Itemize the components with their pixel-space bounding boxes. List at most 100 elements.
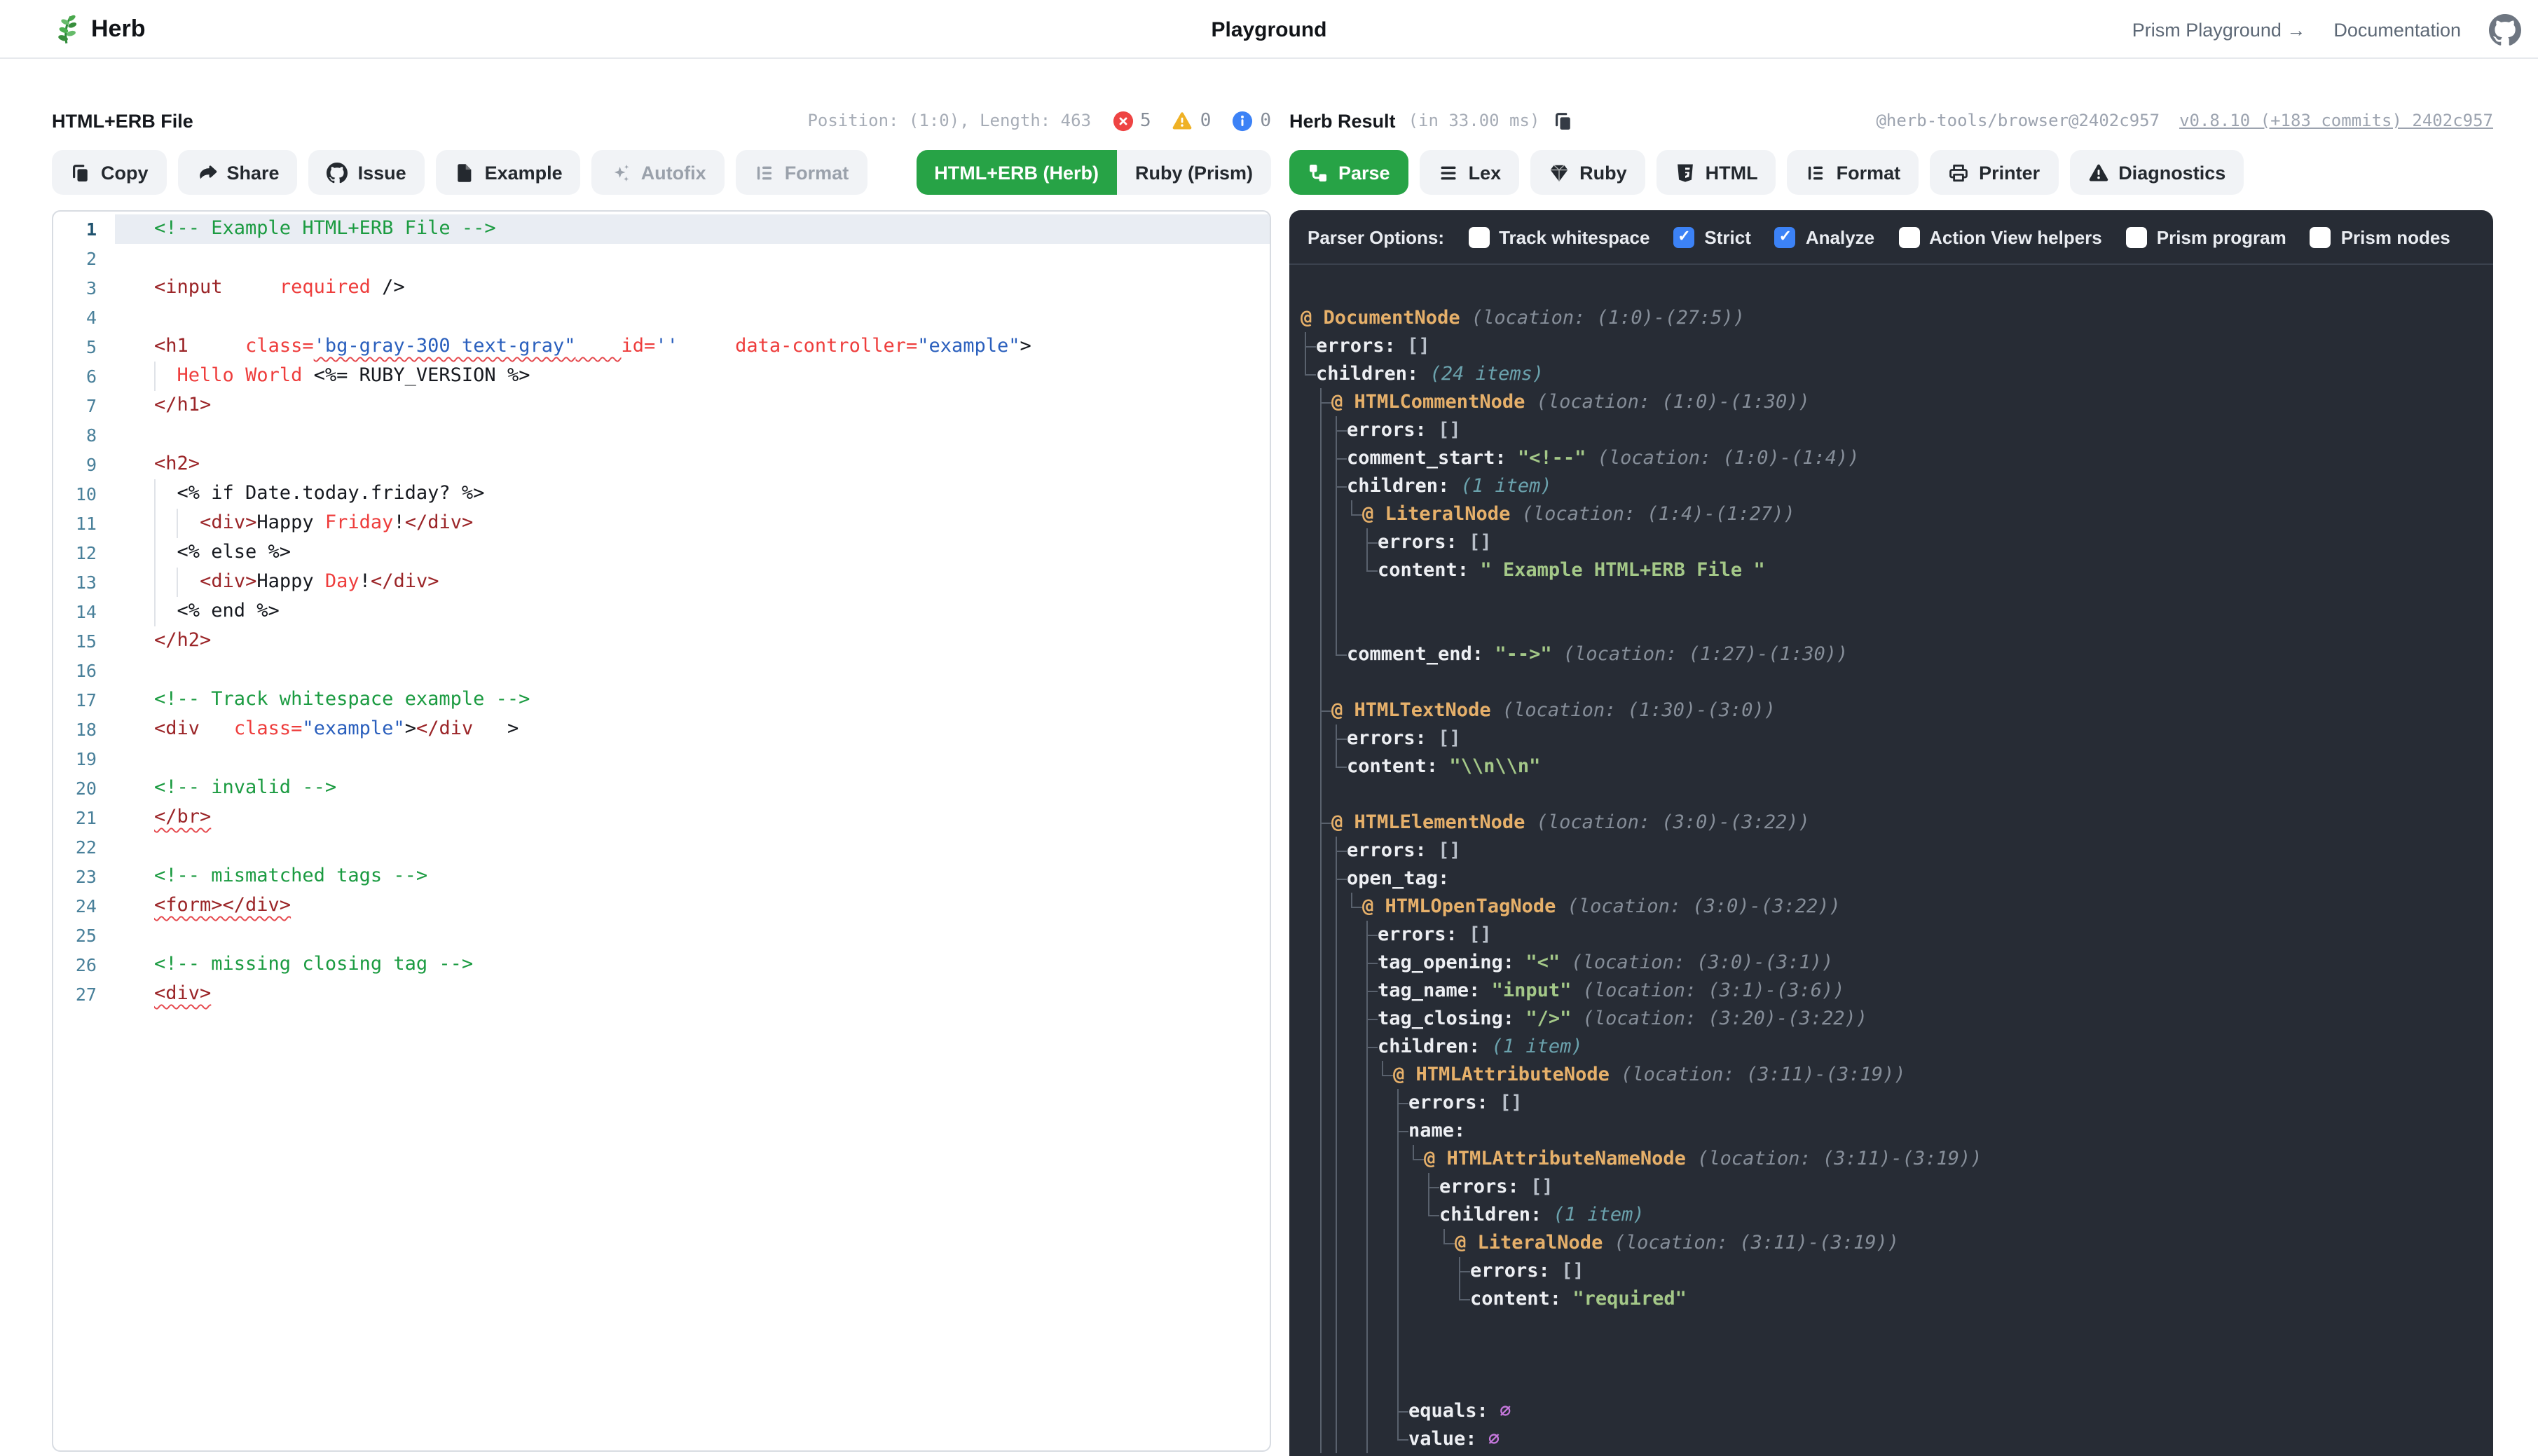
tree-plain: []	[1396, 332, 1430, 360]
tree-row: children: (24 items)	[1301, 360, 2479, 388]
code-line[interactable]: 5<h1 class='bg-gray-300 text-gray" id=''…	[53, 332, 1270, 362]
button-ruby[interactable]: Ruby	[1530, 150, 1645, 195]
line-number: 6	[53, 362, 115, 391]
tree-str: "required"	[1561, 1285, 1687, 1313]
code-line[interactable]: 24<form></div>	[53, 891, 1270, 921]
tree-branch-line	[1393, 1341, 1408, 1369]
tree-branch-line	[1301, 332, 1316, 360]
checkbox-track-whitespace[interactable]: Track whitespace	[1468, 226, 1649, 247]
tree-indent	[1301, 416, 1316, 444]
tree-indent	[1301, 584, 1316, 612]
code-line[interactable]: 1<!-- Example HTML+ERB File -->	[53, 214, 1270, 244]
code-line[interactable]: 27<div>	[53, 980, 1270, 1009]
tree-key: comment_end:	[1347, 640, 1483, 668]
tree-indent	[1301, 696, 1316, 724]
tree-branch-line	[1316, 1229, 1331, 1257]
unchecked-checkbox-icon[interactable]	[1898, 226, 1919, 247]
tab-html-erb-herb[interactable]: HTML+ERB (Herb)	[916, 150, 1117, 195]
checkbox-analyze[interactable]: ✓Analyze	[1775, 226, 1874, 247]
tree-nil: ∅	[1477, 1425, 1500, 1453]
line-content	[115, 303, 1270, 332]
code-line[interactable]: 22	[53, 832, 1270, 862]
tree-branch-line	[1331, 1397, 1347, 1425]
button-share[interactable]: Share	[178, 150, 298, 195]
unchecked-checkbox-icon[interactable]	[1468, 226, 1489, 247]
code-line[interactable]: 16	[53, 656, 1270, 685]
code-line[interactable]: 13 <div>Happy Day!</div>	[53, 568, 1270, 597]
code-line[interactable]: 10 <% if Date.today.friday? %>	[53, 479, 1270, 509]
button-autofix[interactable]: Autofix	[592, 150, 725, 195]
documentation-link[interactable]: Documentation	[2333, 19, 2461, 40]
tree-key: open_tag:	[1347, 865, 1449, 893]
code-line[interactable]: 3<input required />	[53, 273, 1270, 303]
tree-branch-line	[1331, 1145, 1347, 1173]
button-lex[interactable]: Lex	[1420, 150, 1520, 195]
tree-loc: (location: (1:30)-(3:0))	[1491, 696, 1776, 724]
code-line[interactable]: 9<h2>	[53, 450, 1270, 479]
format-icon	[754, 162, 775, 183]
checked-checkbox-icon[interactable]: ✓	[1775, 226, 1796, 247]
copy-result-icon[interactable]	[1552, 110, 1573, 131]
button-format[interactable]: Format	[1788, 150, 1919, 195]
code-line[interactable]: 20<!-- invalid -->	[53, 774, 1270, 803]
checkbox-prism-nodes[interactable]: Prism nodes	[2310, 226, 2450, 247]
warning-badge: 0	[1172, 110, 1212, 131]
button-issue[interactable]: Issue	[309, 150, 425, 195]
checkbox-prism-program[interactable]: Prism program	[2126, 226, 2286, 247]
unchecked-checkbox-icon[interactable]	[2126, 226, 2147, 247]
prism-playground-link[interactable]: Prism Playground →	[2132, 19, 2306, 40]
tree-branch-line	[1316, 1005, 1331, 1033]
button-printer[interactable]: Printer	[1930, 150, 2058, 195]
tree-indent	[1301, 781, 1316, 809]
tree-indent	[1301, 472, 1316, 500]
button-html[interactable]: HTML	[1656, 150, 1776, 195]
gem-icon	[1549, 162, 1570, 183]
button-parse[interactable]: Parse	[1289, 150, 1408, 195]
code-line[interactable]: 11 <div>Happy Friday!</div>	[53, 509, 1270, 538]
tree-indent	[1378, 1313, 1393, 1341]
code-line[interactable]: 26<!-- missing closing tag -->	[53, 950, 1270, 980]
code-line[interactable]: 21</br>	[53, 803, 1270, 832]
line-content	[115, 656, 1270, 685]
tree-indent	[1301, 1117, 1316, 1145]
tree-branch-line	[1331, 921, 1347, 949]
tree-branch-line	[1393, 1229, 1408, 1257]
code-line[interactable]: 14 <% end %>	[53, 597, 1270, 626]
code-line[interactable]: 25	[53, 921, 1270, 950]
code-line[interactable]: 6 Hello World <%= RUBY_VERSION %>	[53, 362, 1270, 391]
checked-checkbox-icon[interactable]: ✓	[1673, 226, 1694, 247]
code-line[interactable]: 12 <% else %>	[53, 538, 1270, 568]
github-icon[interactable]	[2489, 13, 2521, 46]
line-number: 11	[53, 509, 115, 538]
code-line[interactable]: 8	[53, 420, 1270, 450]
line-number: 19	[53, 744, 115, 774]
code-line[interactable]: 23<!-- mismatched tags -->	[53, 862, 1270, 891]
tree-indent	[1408, 1257, 1424, 1285]
code-line[interactable]: 2	[53, 244, 1270, 273]
copy-icon	[70, 162, 91, 183]
code-line[interactable]: 4	[53, 303, 1270, 332]
button-diagnostics[interactable]: Diagnostics	[2069, 150, 2244, 195]
code-line[interactable]: 19	[53, 744, 1270, 774]
code-editor[interactable]: 1<!-- Example HTML+ERB File -->23<input …	[52, 210, 1271, 1452]
tree-branch-line	[1393, 1425, 1408, 1453]
info-count: 0	[1260, 110, 1271, 131]
version-link[interactable]: v0.8.10 (+183 commits) 2402c957	[2179, 111, 2493, 130]
code-line[interactable]: 7</h1>	[53, 391, 1270, 420]
button-format[interactable]: Format	[736, 150, 867, 195]
checkbox-strict[interactable]: ✓Strict	[1673, 226, 1750, 247]
button-copy[interactable]: Copy	[52, 150, 167, 195]
tree-indent	[1347, 1117, 1362, 1145]
code-line[interactable]: 18<div class="example"></div >	[53, 715, 1270, 744]
tab-ruby-prism[interactable]: Ruby (Prism)	[1117, 150, 1271, 195]
code-line[interactable]: 15</h2>	[53, 626, 1270, 656]
tree-indent	[1347, 1285, 1362, 1313]
tree-indent	[1378, 1397, 1393, 1425]
unchecked-checkbox-icon[interactable]	[2310, 226, 2331, 247]
tree-row: tag_name: "input" (location: (3:1)-(3:6)…	[1301, 977, 2479, 1005]
tree-branch-line	[1331, 1005, 1347, 1033]
button-example[interactable]: Example	[436, 150, 581, 195]
checkbox-action-view-helpers[interactable]: Action View helpers	[1898, 226, 2102, 247]
tree-row	[1301, 781, 2479, 809]
code-line[interactable]: 17<!-- Track whitespace example -->	[53, 685, 1270, 715]
